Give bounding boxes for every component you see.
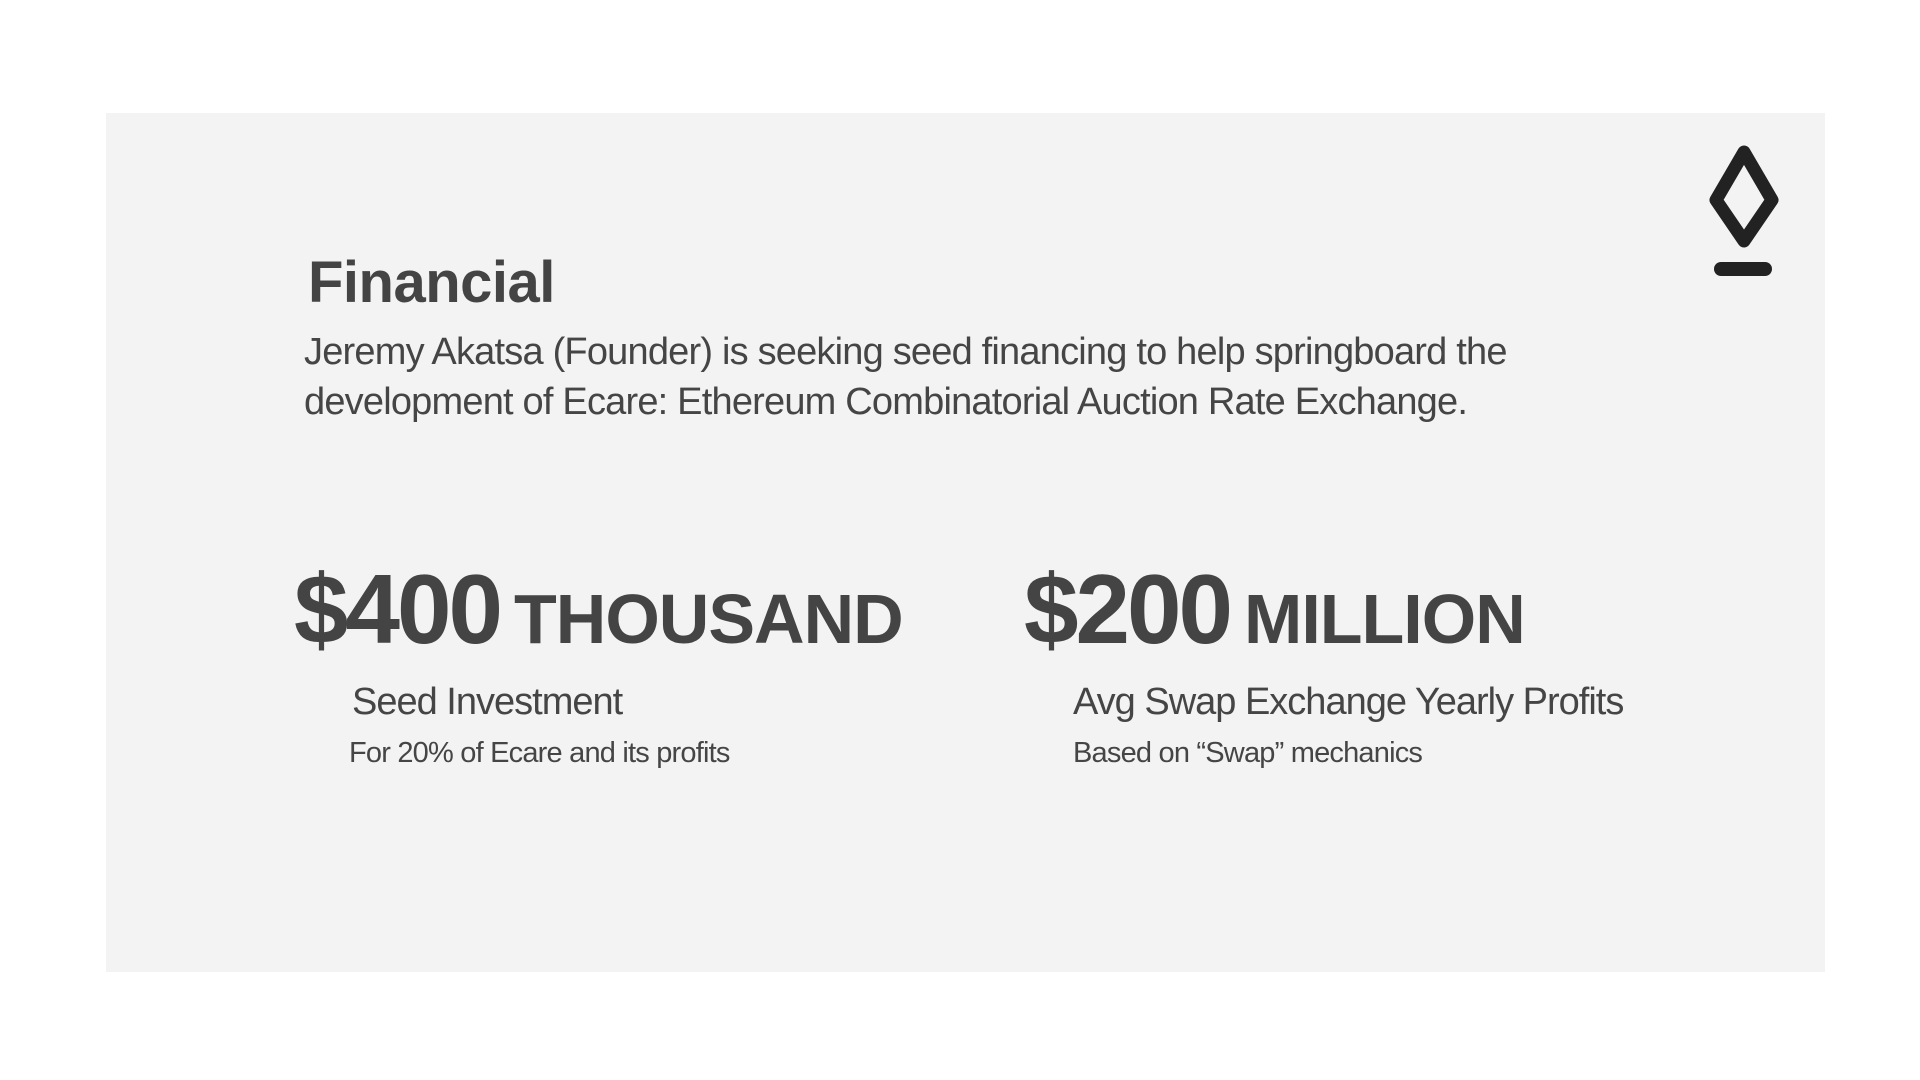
stat-yearly-profits: $200 MILLION xyxy=(1024,553,1526,666)
slide-panel: Financial Jeremy Akatsa (Founder) is see… xyxy=(106,113,1825,972)
stat-seed-investment: $400 THOUSAND xyxy=(294,553,904,666)
stat-value: $200 xyxy=(1024,554,1233,664)
stat-note: For 20% of Ecare and its profits xyxy=(349,737,730,769)
stat-unit: MILLION xyxy=(1244,580,1526,658)
page-title: Financial xyxy=(308,250,555,315)
stat-label: Seed Investment xyxy=(352,681,623,723)
intro-paragraph: Jeremy Akatsa (Founder) is seeking seed … xyxy=(304,331,1507,423)
stat-label: Avg Swap Exchange Yearly Profits xyxy=(1073,681,1624,723)
stat-unit: THOUSAND xyxy=(514,580,904,658)
diamond-logo-icon xyxy=(1709,145,1779,276)
stat-note: Based on “Swap” mechanics xyxy=(1073,737,1423,769)
stat-value: $400 xyxy=(294,554,503,664)
